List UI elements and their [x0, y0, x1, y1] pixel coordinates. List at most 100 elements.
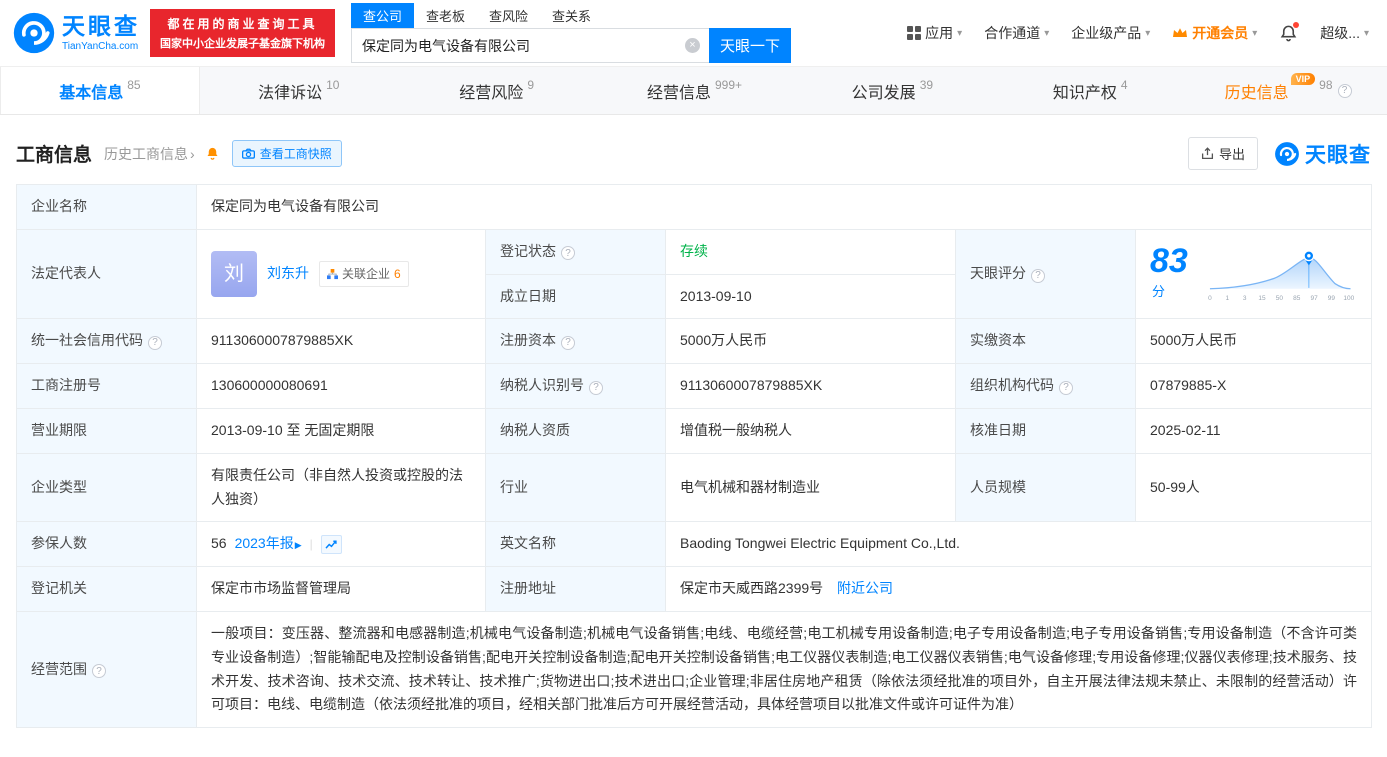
field-value-industry: 电气机械和器材制造业 — [665, 452, 956, 523]
tab-history-info[interactable]: 历史信息 VIP 98 ? — [1189, 67, 1387, 114]
clear-search-icon[interactable]: × — [685, 38, 700, 53]
field-label-approval-date: 核准日期 — [955, 407, 1136, 454]
insured-trend-button[interactable] — [320, 534, 342, 554]
field-value-reg-address: 保定市天威西路2399号 附近公司 — [664, 566, 1373, 612]
help-icon[interactable]: ? — [92, 664, 106, 679]
table-row: 企业名称 保定同为电气设备有限公司 — [16, 184, 1373, 230]
tab-operating-risk[interactable]: 经营风险 9 — [398, 67, 596, 114]
nav-apps-label: 应用 — [925, 25, 954, 41]
status-badge: 存续 — [680, 242, 708, 259]
tab-label: 历史信息 — [1224, 84, 1289, 102]
nav-open-vip[interactable]: 开通会员 ▾ — [1172, 23, 1257, 43]
tab-company-development[interactable]: 公司发展 39 — [793, 67, 991, 114]
help-icon[interactable]: ? — [148, 335, 162, 350]
field-label-english-name: 英文名称 — [485, 521, 666, 568]
table-row: 参保人数 56 2023年报▶ | 英文名称 Baoding Tongwei E… — [16, 521, 1373, 568]
field-label-taxpayer-quality: 纳税人资质 — [485, 407, 666, 454]
field-label-paid-capital: 实缴资本 — [955, 318, 1136, 365]
nav-account[interactable]: 超级... ▾ — [1320, 23, 1369, 43]
brand-name: 天眼查 — [62, 12, 140, 39]
help-icon[interactable]: ? — [561, 246, 575, 261]
nav-open-vip-label: 开通会员 — [1192, 25, 1249, 41]
related-companies-badge[interactable]: 关联企业 6 — [319, 260, 409, 288]
field-label-company-type: 企业类型 — [16, 452, 197, 523]
table-row: 法定代表人 刘 刘东升 关联企业 6 登记状态 ? 存续 天眼评分 ? 83分 … — [16, 228, 1373, 320]
field-value-paid-capital: 5000万人民币 — [1134, 318, 1373, 365]
search-tab-risk[interactable]: 查风险 — [477, 3, 540, 28]
field-value-establish-date: 2013-09-10 — [665, 273, 956, 320]
nav-apps[interactable]: 应用 ▾ — [907, 23, 962, 43]
tab-count: 999+ — [715, 77, 743, 92]
nav-cooperation[interactable]: 合作通道 ▾ — [984, 23, 1049, 43]
business-snapshot-button[interactable]: 查看工商快照 — [231, 140, 342, 167]
top-header: 天眼查 TianYanCha.com 都在用的商业查询工具 国家中小企业发展子基… — [0, 0, 1387, 66]
tab-operating-info[interactable]: 经营信息 999+ — [596, 67, 794, 114]
field-value-english-name: Baoding Tongwei Electric Equipment Co.,L… — [664, 521, 1373, 568]
tianyancha-logo-icon — [13, 12, 55, 54]
brand-logo[interactable]: 天眼查 TianYanCha.com — [12, 11, 140, 55]
search-tab-boss[interactable]: 查老板 — [414, 3, 477, 28]
tab-legal-litigation[interactable]: 法律诉讼 10 — [200, 67, 398, 114]
field-value-credit-code: 9113060007879885XK — [196, 318, 486, 365]
field-value-staff-size: 50-99人 — [1134, 452, 1373, 523]
tab-intellectual-property[interactable]: 知识产权 4 — [991, 67, 1189, 114]
svg-text:99: 99 — [1327, 295, 1335, 302]
search-button[interactable]: 天眼一下 — [709, 28, 791, 63]
nearby-companies-link[interactable]: 附近公司 — [837, 580, 893, 596]
export-button-label: 导出 — [1218, 147, 1245, 162]
field-value-reg-authority: 保定市市场监督管理局 — [196, 566, 486, 612]
field-label-legal-rep: 法定代表人 — [16, 228, 197, 320]
tab-label: 基本信息 — [59, 84, 124, 102]
annual-report-label: 2023年报 — [234, 535, 294, 552]
legal-rep-avatar[interactable]: 刘 — [211, 251, 257, 298]
search-tab-company[interactable]: 查公司 — [351, 3, 415, 28]
company-nav-tabs: 基本信息 85 法律诉讼 10 经营风险 9 经营信息 999+ 公司发展 39… — [0, 66, 1387, 115]
table-row: 登记机关 保定市市场监督管理局 注册地址 保定市天威西路2399号 附近公司 — [16, 566, 1373, 612]
tab-label: 知识产权 — [1052, 84, 1117, 102]
help-icon[interactable]: ? — [1059, 380, 1073, 395]
subscribe-bell-button[interactable] — [205, 146, 220, 161]
notifications-button[interactable] — [1279, 21, 1300, 43]
legal-rep-name-link[interactable]: 刘东升 — [267, 262, 309, 286]
help-icon[interactable]: ? — [1337, 83, 1352, 98]
search-input[interactable] — [352, 37, 709, 54]
field-label-business-term: 营业期限 — [16, 407, 197, 454]
chevron-down-icon: ▾ — [1044, 27, 1050, 39]
field-value-taxpayer-quality: 增值税一般纳税人 — [665, 407, 956, 454]
table-row: 工商注册号 130600000080691 纳税人识别号? 9113060007… — [16, 363, 1373, 409]
crown-icon — [1173, 28, 1188, 37]
table-row: 统一社会信用代码? 9113060007879885XK 注册资本? 5000万… — [16, 318, 1373, 365]
field-value-approval-date: 2025-02-11 — [1134, 407, 1373, 454]
history-business-info-link[interactable]: 历史工商信息 › — [104, 144, 195, 164]
promo-line-2: 国家中小企业发展子基金旗下机构 — [160, 38, 325, 50]
svg-text:1: 1 — [1225, 295, 1229, 302]
svg-text:50: 50 — [1275, 295, 1283, 302]
score-unit: 分 — [1152, 284, 1166, 300]
section-title: 工商信息 — [16, 145, 93, 166]
nav-enterprise-products-label: 企业级产品 — [1071, 25, 1142, 41]
export-button[interactable]: 导出 — [1187, 137, 1258, 170]
top-nav: 应用 ▾ 合作通道 ▾ 企业级产品 ▾ 开通会员 ▾ 超级... ▾ — [907, 21, 1375, 43]
help-icon[interactable]: ? — [589, 380, 603, 395]
field-label-reg-capital: 注册资本? — [485, 318, 666, 365]
reg-address-text: 保定市天威西路2399号 — [680, 580, 824, 597]
search-type-tabs: 查公司 查老板 查风险 查关系 — [351, 3, 791, 28]
field-label-org-code: 组织机构代码? — [955, 363, 1136, 409]
tianyancha-logo-icon — [1275, 141, 1299, 166]
bell-icon — [207, 147, 218, 160]
export-icon — [1201, 147, 1214, 160]
table-row: 企业类型 有限责任公司（非自然人投资或控股的法人独资） 行业 电气机械和器材制造… — [16, 452, 1373, 523]
tab-count: 85 — [127, 77, 141, 92]
field-label-taxpayer-id: 纳税人识别号? — [485, 363, 666, 409]
tab-count: 9 — [527, 77, 534, 92]
nav-enterprise-products[interactable]: 企业级产品 ▾ — [1071, 23, 1150, 43]
search-tab-relation[interactable]: 查关系 — [540, 3, 603, 28]
annual-report-link[interactable]: 2023年报▶ — [235, 532, 302, 556]
field-value-insured: 56 2023年报▶ | — [196, 521, 486, 568]
help-icon[interactable]: ? — [1031, 268, 1045, 283]
field-value-reg-status: 存续 — [665, 228, 956, 275]
search-module: 查公司 查老板 查风险 查关系 × 天眼一下 — [351, 3, 791, 63]
help-icon[interactable]: ? — [561, 335, 575, 350]
tab-basic-info[interactable]: 基本信息 85 — [0, 67, 200, 114]
tab-label: 经营信息 — [646, 84, 711, 102]
